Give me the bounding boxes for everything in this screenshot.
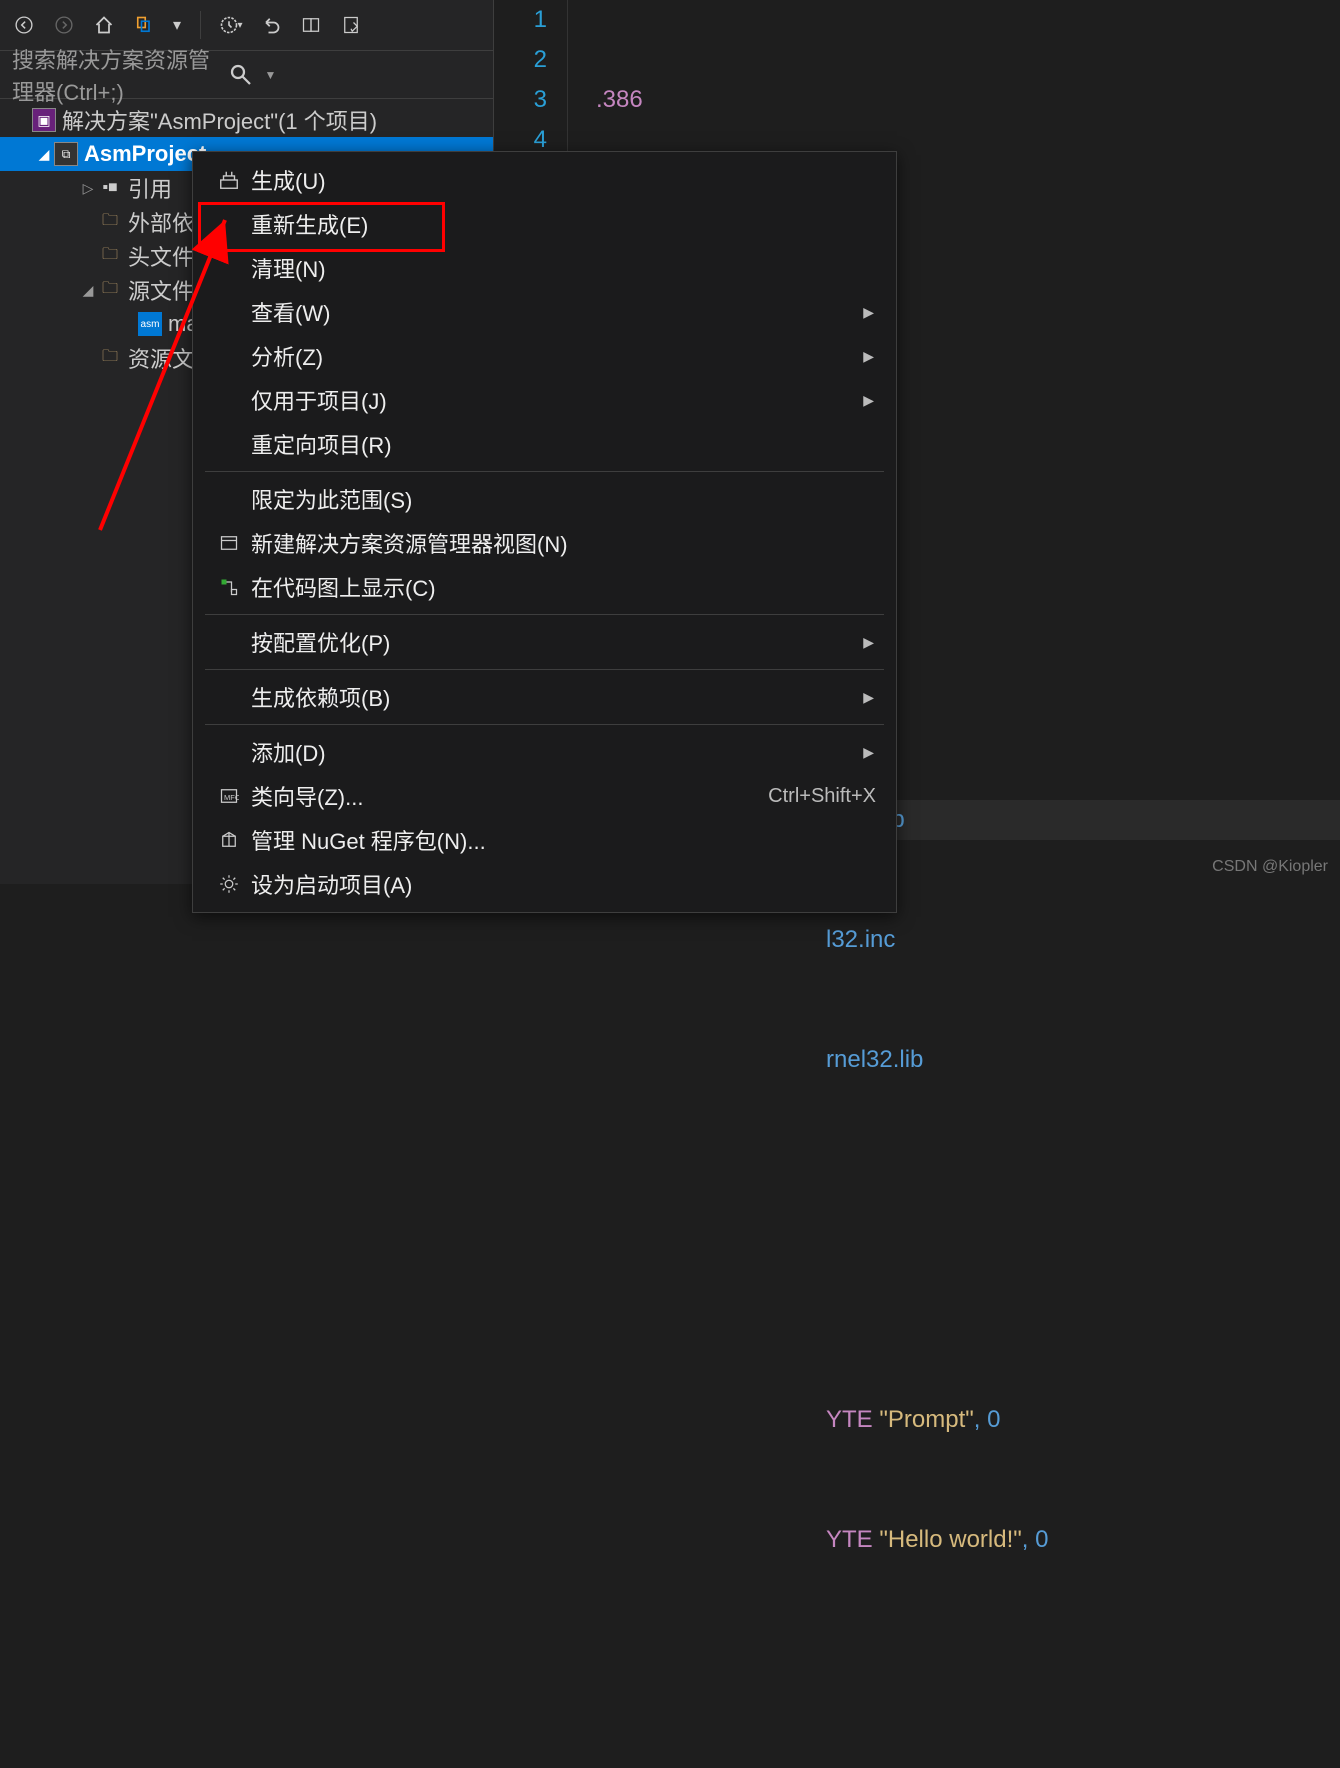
nuget-icon	[207, 830, 251, 850]
external-label: 外部依	[128, 206, 194, 238]
menu-nuget[interactable]: 管理 NuGet 程序包(N)...	[193, 818, 896, 862]
asm-file-icon: asm	[138, 312, 162, 336]
menu-separator	[205, 724, 884, 725]
history-icon[interactable]: ▾	[217, 11, 245, 39]
solution-node[interactable]: ▣ 解决方案"AsmProject"(1 个项目)	[0, 103, 493, 137]
properties-icon[interactable]	[337, 11, 365, 39]
menu-separator	[205, 471, 884, 472]
folder-icon: 🗀	[98, 278, 122, 302]
project-icon: ⧉	[54, 142, 78, 166]
collapse-icon[interactable]	[297, 11, 325, 39]
gear-icon	[207, 874, 251, 894]
menu-rebuild[interactable]: 重新生成(E)	[193, 202, 896, 246]
expander-icon[interactable]: ▷	[78, 180, 98, 197]
search-box[interactable]: 搜索解决方案资源管理器(Ctrl+;) ▼	[0, 51, 493, 99]
wizard-icon: MFC	[207, 786, 251, 806]
submenu-arrow-icon: ▶	[863, 348, 874, 365]
watermark: CSDN @Kiopler	[1212, 858, 1328, 876]
menu-code-map[interactable]: 在代码图上显示(C)	[193, 565, 896, 609]
menu-build-deps[interactable]: 生成依赖项(B) ▶	[193, 675, 896, 719]
menu-new-explorer-view[interactable]: 新建解决方案资源管理器视图(N)	[193, 521, 896, 565]
folder-icon: 🗀	[98, 210, 122, 234]
menu-separator	[205, 669, 884, 670]
toolbar-separator	[200, 11, 201, 39]
sources-label: 源文件	[128, 274, 194, 306]
project-label: AsmProject	[84, 141, 206, 167]
submenu-arrow-icon: ▶	[863, 392, 874, 409]
undo-icon[interactable]	[257, 11, 285, 39]
solution-icon: ▣	[32, 108, 56, 132]
menu-retarget[interactable]: 重定向项目(R)	[193, 422, 896, 466]
search-placeholder: 搜索解决方案资源管理器(Ctrl+;)	[12, 43, 229, 107]
sync-icon[interactable]	[130, 11, 158, 39]
menu-add[interactable]: 添加(D) ▶	[193, 730, 896, 774]
menu-scope[interactable]: 限定为此范围(S)	[193, 477, 896, 521]
menu-class-wizard[interactable]: MFC 类向导(Z)... Ctrl+Shift+X	[193, 774, 896, 818]
menu-separator	[205, 614, 884, 615]
folder-icon: 🗀	[98, 346, 122, 370]
menu-pgo[interactable]: 按配置优化(P) ▶	[193, 620, 896, 664]
menu-project-only[interactable]: 仅用于项目(J) ▶	[193, 378, 896, 422]
chevron-down-icon[interactable]: ▾	[170, 11, 184, 39]
submenu-arrow-icon: ▶	[863, 689, 874, 706]
expander-icon[interactable]: ◢	[34, 146, 54, 163]
forward-icon[interactable]	[50, 11, 78, 39]
home-icon[interactable]	[90, 11, 118, 39]
submenu-arrow-icon: ▶	[863, 634, 874, 651]
menu-build[interactable]: 生成(U)	[193, 158, 896, 202]
resources-label: 资源文	[128, 342, 194, 374]
headers-label: 头文件	[128, 240, 194, 272]
menu-analyze[interactable]: 分析(Z) ▶	[193, 334, 896, 378]
submenu-arrow-icon: ▶	[863, 744, 874, 761]
window-icon	[207, 533, 251, 553]
references-icon: ▪■	[98, 176, 122, 200]
back-icon[interactable]	[10, 11, 38, 39]
submenu-arrow-icon: ▶	[863, 304, 874, 321]
build-icon	[207, 169, 251, 191]
dropdown-icon[interactable]: ▼	[265, 68, 482, 82]
menu-view[interactable]: 查看(W) ▶	[193, 290, 896, 334]
menu-set-startup[interactable]: 设为启动项目(A)	[193, 862, 896, 906]
folder-icon: 🗀	[98, 244, 122, 268]
shortcut-label: Ctrl+Shift+X	[768, 785, 876, 808]
project-context-menu: 生成(U) 重新生成(E) 清理(N) 查看(W) ▶ 分析(Z) ▶ 仅用于项…	[192, 151, 897, 913]
solution-label: 解决方案"AsmProject"(1 个项目)	[62, 104, 377, 136]
svg-text:MFC: MFC	[224, 793, 239, 802]
references-label: 引用	[128, 172, 172, 204]
search-icon	[229, 63, 253, 87]
expander-icon[interactable]: ◢	[78, 282, 98, 299]
graph-icon	[207, 577, 251, 597]
menu-clean[interactable]: 清理(N)	[193, 246, 896, 290]
